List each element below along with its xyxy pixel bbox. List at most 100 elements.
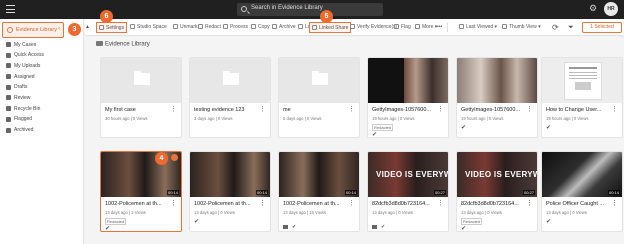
video-duration: 00:14 [607, 190, 620, 195]
library-icon [7, 27, 13, 33]
card-meta: 13 days ago | 15 Views [283, 210, 327, 215]
gear-icon[interactable]: ⚙ [589, 4, 598, 13]
card[interactable]: How to Change User... ⋮ 19 hours ago | 0… [541, 57, 623, 138]
sidebar-item-label: Drafts [14, 84, 28, 91]
sidebar-item-review[interactable]: Review [0, 93, 84, 103]
kebab-menu-icon[interactable]: ⋮ [259, 200, 266, 207]
card[interactable]: 00:14 1002-Policemen at th... ⋮ 13 days … [100, 151, 182, 232]
copy-button[interactable]: Copy [251, 22, 270, 33]
sidebar-item-label: Flagged [14, 116, 33, 123]
redact-button[interactable]: Redact [198, 22, 221, 33]
kebab-menu-icon[interactable]: ⋮ [611, 106, 618, 113]
redacted-badge: Redacted [372, 124, 394, 131]
settings-button[interactable]: Settings [96, 22, 128, 33]
redacted-badge: Redacted [461, 218, 483, 225]
kebab-menu-icon[interactable]: ⋮ [170, 106, 177, 113]
card-thumbnail: VIDEO IS EVERYWHE 00:27 [368, 152, 448, 197]
breadcrumb: Evidence Library [96, 41, 150, 48]
card-meta: 19 hours ago | 0 Views [372, 116, 415, 121]
sidebar-item-flagged[interactable]: Flagged [0, 115, 84, 125]
avatar[interactable]: HR [604, 2, 618, 16]
sidebar-header-evidence-library[interactable]: Evidence Library ‹ [2, 22, 64, 38]
folder-icon [223, 71, 239, 85]
sidebar-item-assigned[interactable]: Assigned [0, 72, 84, 82]
sidebar-item-drafts[interactable]: Drafts [0, 83, 84, 93]
kebab-menu-icon[interactable]: ⋮ [526, 200, 533, 207]
studio-space-button[interactable]: Studio Space [130, 22, 167, 33]
kebab-menu-icon[interactable]: ⋮ [437, 106, 444, 113]
upload-icon [6, 63, 11, 69]
kebab-menu-icon[interactable]: ⋮ [259, 106, 266, 113]
video-duration: 00:14 [344, 190, 357, 195]
card-title: 82dcfb3d8d0b723164... [372, 201, 430, 207]
card[interactable]: GettyImages-1057600... ⋮ 19 hours ago | … [367, 57, 449, 138]
card-thumbnail [279, 58, 359, 103]
card-title: GettyImages-1057600... [372, 107, 432, 113]
card[interactable]: testing evidence 123 ⋮ 3 days ago | 0 Vi… [189, 57, 271, 138]
card-meta: 13 days ago | 2 Views [105, 210, 146, 215]
card-title: testing evidence 123 [194, 107, 245, 113]
card[interactable]: GettyImages-1057600... ⋮ 19 hours ago | … [456, 57, 538, 138]
card[interactable]: me ⋮ 5 days ago | 0 Views [278, 57, 360, 138]
card[interactable]: My first case ⋮ 30 hours ago | 0 Views [100, 57, 182, 138]
checkmark-icon: ✔ [461, 125, 467, 131]
verify-evidence-button[interactable]: Verify Evidence(s) [350, 22, 397, 33]
video-overlay-text: VIDEO IS EVERYWHE [376, 170, 448, 179]
card-thumbnail: 00:14 [542, 152, 622, 197]
unmark-button[interactable]: Unmark [173, 22, 198, 33]
card[interactable]: VIDEO IS EVERYWHE 00:27 82dcfb3d8d0b7231… [367, 151, 449, 232]
quick-access-icon [6, 52, 11, 58]
card-title: 1002-Policemen at th... [105, 201, 162, 207]
selected-count-badge[interactable]: 1 Selected [582, 22, 622, 33]
card-thumbnail: 00:14 [101, 152, 181, 197]
search-box[interactable]: Search in Evidence Library [237, 3, 383, 16]
filter-icon[interactable]: ⏷ [568, 22, 574, 33]
process-button[interactable]: Process [223, 22, 248, 33]
card[interactable]: 00:14 Police Officer Caught ... ⋮ 13 day… [541, 151, 623, 232]
folder-icon [312, 71, 328, 85]
more-button[interactable]: More ▾ [415, 22, 437, 33]
kebab-menu-icon[interactable]: ⋮ [611, 200, 618, 207]
sidebar-item-quick-access[interactable]: Quick Access [0, 51, 84, 61]
checkmark-icon: ✔ [194, 219, 200, 225]
card[interactable]: VIDEO IS EVERYWHE 00:27 82dcfb3d8d0b7231… [456, 151, 538, 232]
sidebar-item-label: Review [14, 94, 31, 101]
card-title: 82dcfb3d8d0b723164... [461, 201, 519, 207]
search-input[interactable]: Search in Evidence Library [251, 5, 323, 11]
collapse-arrow-icon[interactable]: ▲ [85, 22, 91, 33]
selected-marker-icon [171, 154, 178, 161]
redact-icon [198, 23, 203, 29]
flag-button[interactable]: Flag [394, 22, 411, 33]
card-thumbnail [190, 58, 270, 103]
hamburger-menu-icon[interactable] [6, 5, 15, 13]
sidebar-item-my-uploads[interactable]: My Uploads [0, 61, 84, 71]
kebab-menu-icon[interactable]: ⋮ [437, 200, 444, 207]
refresh-icon[interactable]: ⟳ [552, 22, 559, 33]
sort-icon [459, 23, 464, 29]
camera-icon [372, 225, 377, 229]
card-thumbnail [368, 58, 448, 103]
more-icon [415, 23, 420, 29]
chevron-left-icon[interactable]: ‹ [58, 26, 60, 32]
view-dropdown[interactable]: Thumb View ▾ [502, 22, 541, 33]
archive-button[interactable]: Archive [272, 22, 296, 33]
card[interactable]: 00:14 1002-Policemen at th... ⋮ 13 days … [189, 151, 271, 232]
card-meta: 19 hours ago | 0 Views [461, 116, 504, 121]
sort-dropdown[interactable]: Last Viewed ▾ [459, 22, 497, 33]
kebab-menu-icon[interactable]: ⋮ [348, 106, 355, 113]
kebab-menu-icon[interactable]: ⋮ [170, 200, 177, 207]
kebab-menu-icon[interactable]: ⋮ [526, 106, 533, 113]
kebab-menu-icon[interactable]: ⋮ [348, 200, 355, 207]
grid-view-icon [502, 23, 507, 29]
assigned-icon [6, 74, 11, 80]
video-duration: 00:27 [522, 190, 535, 195]
card[interactable]: 00:14 1002-Policemen at th... ⋮ 13 days … [278, 151, 360, 232]
sidebar-item-recycle-bin[interactable]: Recycle Bin [0, 104, 84, 114]
sidebar-item-my-cases[interactable]: My Cases [0, 40, 84, 50]
linked-share-button[interactable]: Linked Share [309, 22, 352, 33]
sidebar-item-archived[interactable]: Archived [0, 126, 84, 136]
sidebar-header-label: Evidence Library [16, 27, 57, 33]
search-icon [241, 6, 247, 12]
callout-4: 4 [155, 152, 168, 165]
overflow-menu-icon[interactable]: ••• [437, 22, 442, 33]
